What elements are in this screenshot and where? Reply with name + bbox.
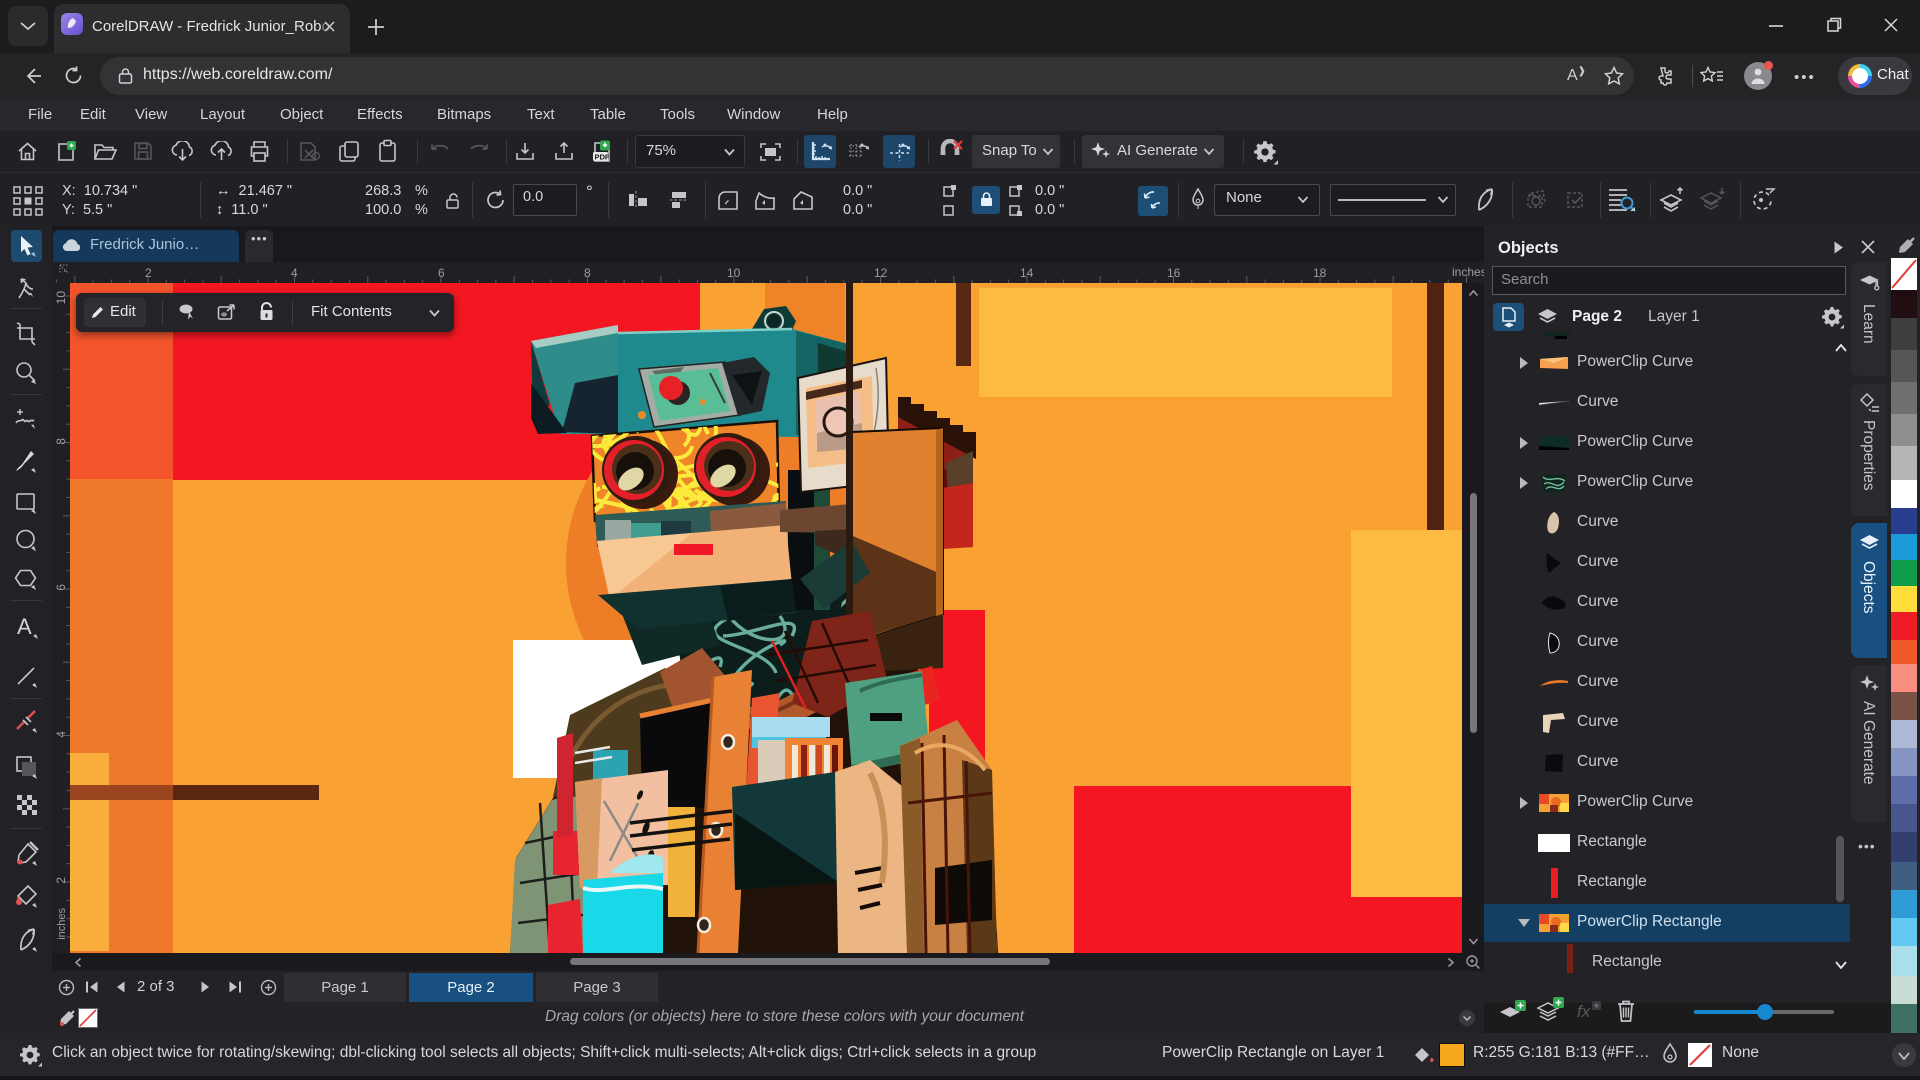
svg-text:10: 10 [727, 266, 741, 280]
svg-text:12: 12 [874, 266, 888, 280]
svg-text:4: 4 [291, 266, 298, 280]
svg-text:14: 14 [1020, 266, 1034, 280]
svg-text:6: 6 [438, 266, 445, 280]
svg-text:2: 2 [145, 266, 152, 280]
svg-text:10: 10 [54, 291, 68, 305]
svg-text:A: A [17, 614, 32, 639]
svg-text:inches: inches [56, 908, 68, 940]
svg-text:PDF: PDF [595, 153, 610, 162]
svg-text:8: 8 [54, 438, 68, 445]
svg-text:2: 2 [54, 877, 68, 884]
svg-text:fx: fx [1577, 1002, 1591, 1021]
svg-text:8: 8 [584, 266, 591, 280]
svg-text:4: 4 [54, 731, 68, 738]
svg-text:6: 6 [54, 584, 68, 591]
svg-text:16: 16 [1167, 266, 1181, 280]
svg-text:18: 18 [1313, 266, 1327, 280]
